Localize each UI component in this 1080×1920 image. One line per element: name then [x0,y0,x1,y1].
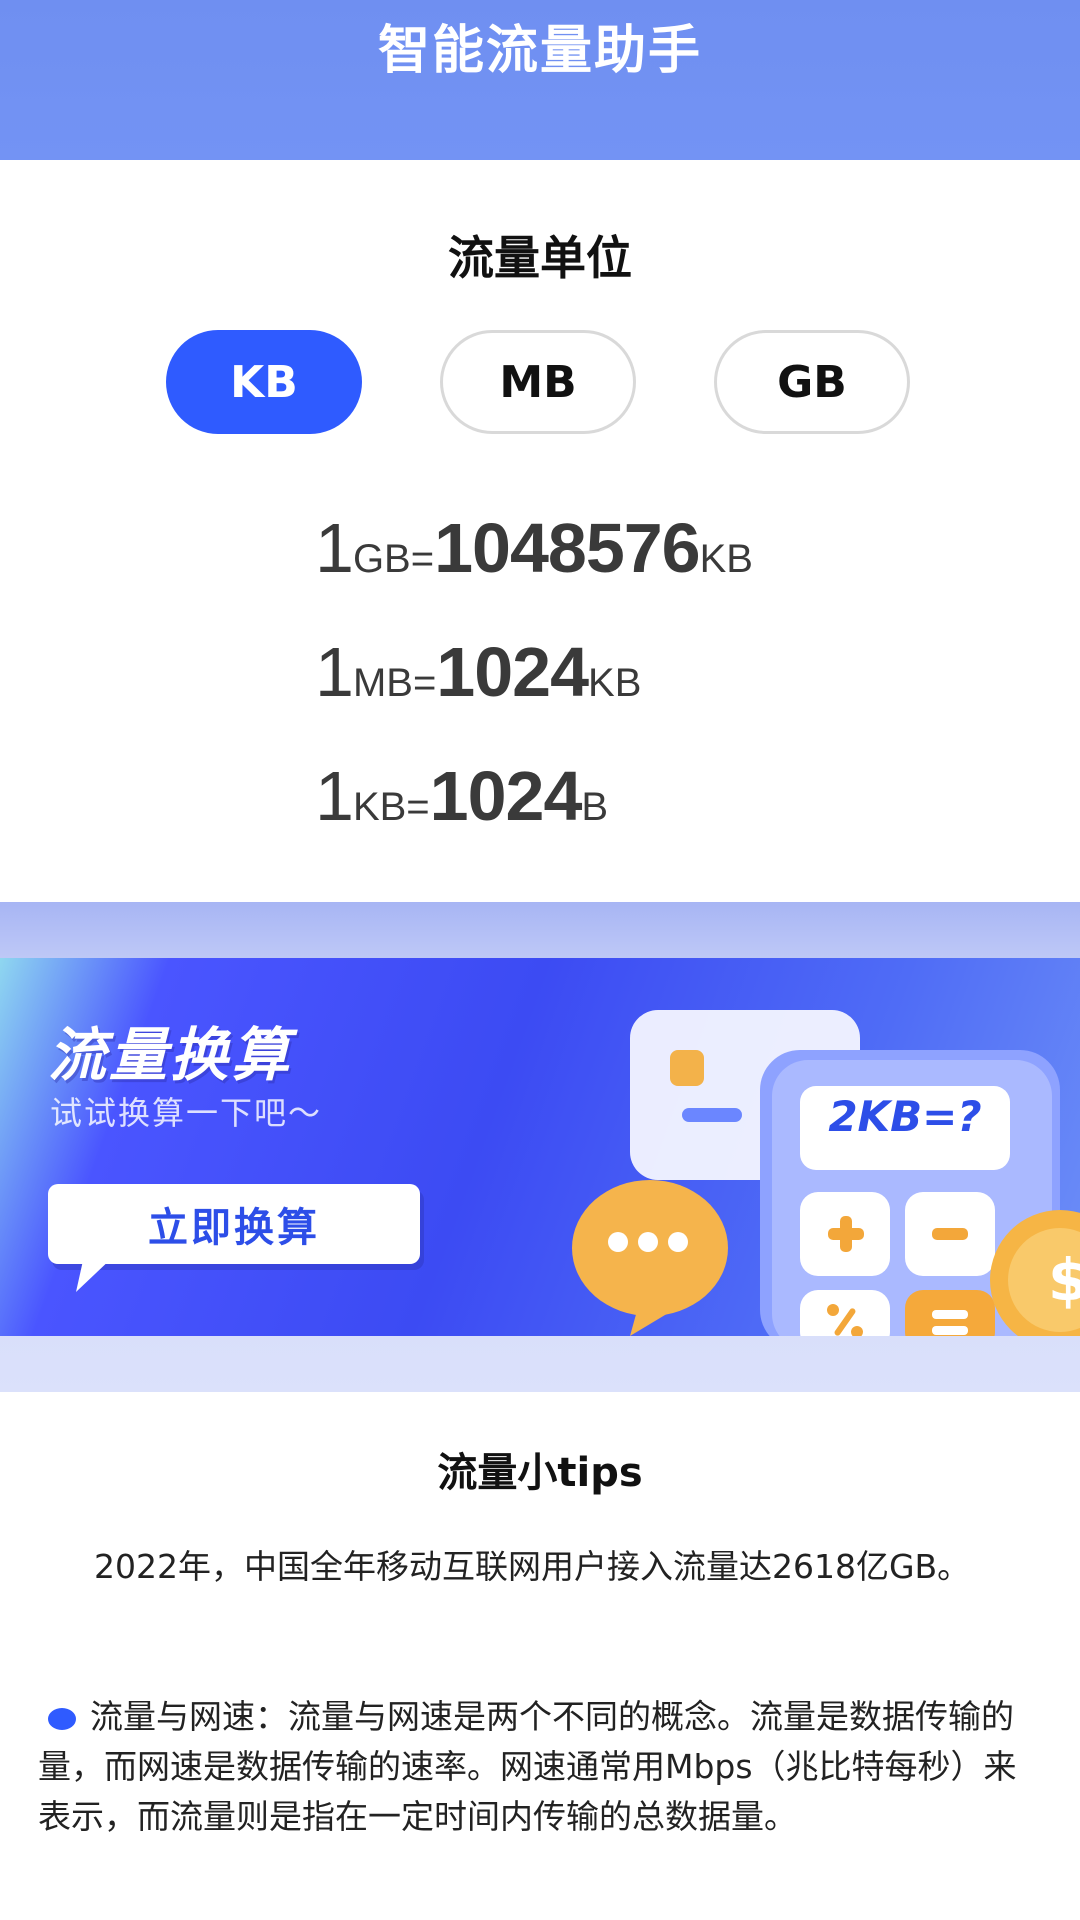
conversion-lhs-value: 1 [315,509,354,587]
conversion-lhs-unit: KB= [352,785,430,829]
banner-subtitle: 试试换算一下吧～ [50,1094,323,1132]
conversion-rhs-unit: KB [588,661,642,705]
conversion-rhs-value: 1048576 [434,509,701,587]
tips-paragraph: 2022年，中国全年移动互联网用户接入流量达2618亿GB。 [94,1547,971,1586]
conversion-row-kb: 1 KB= 1024 B [315,756,608,846]
unit-option-kb[interactable]: KB [166,330,362,434]
app-header: 智能流量助手 [0,0,1080,160]
conversion-lhs-value: 1 [315,757,354,835]
conversion-rhs-value: 1024 [429,757,583,835]
svg-text:$: $ [1048,1246,1080,1314]
conversion-rhs-value: 1024 [436,633,589,711]
conversion-banner[interactable]: 流量换算 试试换算一下吧～ 立即换算 $ 2KB=? [0,958,1080,1336]
conversion-row-mb: 1 MB= 1024 KB [315,632,641,722]
banner-title: 流量换算 [48,1021,293,1089]
calculator-display-text: 2KB=? [828,1092,982,1141]
conversion-row-gb: 1 GB= 1048576 KB [315,508,753,598]
unit-section-title: 流量单位 [448,231,632,285]
app-title: 智能流量助手 [377,21,702,81]
tips-bullet-label: 流量与网速： [90,1697,288,1736]
conversion-lhs-unit: GB= [352,537,435,581]
convert-now-button[interactable]: 立即换算 [48,1184,420,1264]
tips-title: 流量小tips [437,1450,643,1496]
unit-option-gb[interactable]: GB [714,330,910,434]
conversion-lhs-unit: MB= [352,661,437,705]
speech-tail-icon [76,1256,114,1292]
bullet-dot-icon [48,1707,76,1730]
calculator-illustration: $ [572,1010,1080,1336]
conversion-lhs-value: 1 [315,633,354,711]
tips-bullet: 流量与网速：流量与网速是两个不同的概念。流量是数据传输的量，而网速是数据传输的速… [38,1692,1042,1842]
conversion-rhs-unit: B [581,785,609,829]
unit-option-mb[interactable]: MB [440,330,636,434]
conversion-rhs-unit: KB [699,537,753,581]
